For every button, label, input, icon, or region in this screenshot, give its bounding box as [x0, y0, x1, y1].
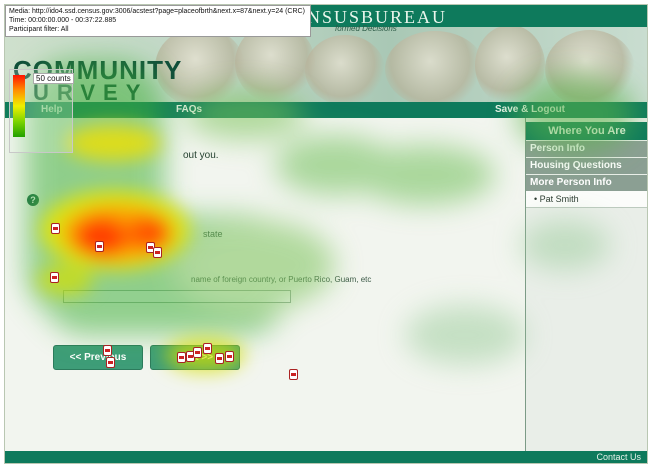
sidebar-item-pat-smith[interactable]: • Pat Smith	[526, 191, 647, 208]
help-icon[interactable]: ?	[27, 194, 39, 206]
nav-bar: Help FAQs Save & Logout	[5, 102, 647, 118]
footer-bar: Contact Us	[5, 451, 647, 463]
heatmap-scale-bar	[13, 75, 25, 137]
state-option-label: state	[203, 229, 223, 239]
fixation-marker	[50, 272, 59, 283]
banner-photo	[545, 30, 635, 103]
fixation-marker	[153, 247, 162, 258]
where-you-are-panel: Where You Are Person Info Housing Questi…	[525, 118, 647, 451]
media-url: Media: http://ido4.ssd.census.gov:3006/a…	[9, 8, 305, 15]
fixation-marker	[103, 345, 112, 356]
banner-photo	[475, 25, 545, 103]
main-content: ? out you. state name of foreign country…	[5, 118, 525, 451]
faqs-link[interactable]: FAQs	[176, 102, 202, 118]
fixation-marker	[95, 241, 104, 252]
census-subtitle: formed Decisions	[335, 24, 397, 33]
sidebar-item-person-info[interactable]: Person Info	[526, 140, 647, 157]
save-logout-link[interactable]: Save & Logout	[495, 102, 565, 118]
eyetracking-info-box: Media: http://ido4.ssd.census.gov:3006/a…	[5, 5, 311, 37]
fixation-marker	[215, 353, 224, 364]
fixation-marker	[203, 343, 212, 354]
fixation-marker	[177, 352, 186, 363]
sidebar-item-more-person-info[interactable]: More Person Info	[526, 174, 647, 191]
where-you-are-title: Where You Are	[526, 122, 647, 140]
fixation-marker	[225, 351, 234, 362]
fixation-marker	[51, 223, 60, 234]
foreign-country-input[interactable]	[63, 290, 291, 303]
banner-photo	[305, 35, 385, 103]
participant-filter: Participant filter: All	[9, 26, 69, 33]
contact-us-link[interactable]: Contact Us	[596, 451, 641, 463]
foreign-country-label: name of foreign country, or Puerto Rico,…	[191, 275, 372, 284]
fixation-marker	[289, 369, 298, 380]
banner-photo	[385, 31, 485, 103]
time-range: Time: 00:00:00.000 - 00:37:22.885	[9, 17, 117, 24]
legend-count-label: 50 counts	[33, 73, 74, 84]
question-text: out you.	[183, 150, 219, 161]
fixation-marker	[193, 347, 202, 358]
sidebar-item-housing-questions[interactable]: Housing Questions	[526, 157, 647, 174]
previous-button[interactable]: << Previous	[53, 345, 143, 370]
eyetracking-screenshot: USCENSUSBUREAU formed Decisions COMMUNIT…	[4, 4, 648, 464]
fixation-marker	[106, 357, 115, 368]
